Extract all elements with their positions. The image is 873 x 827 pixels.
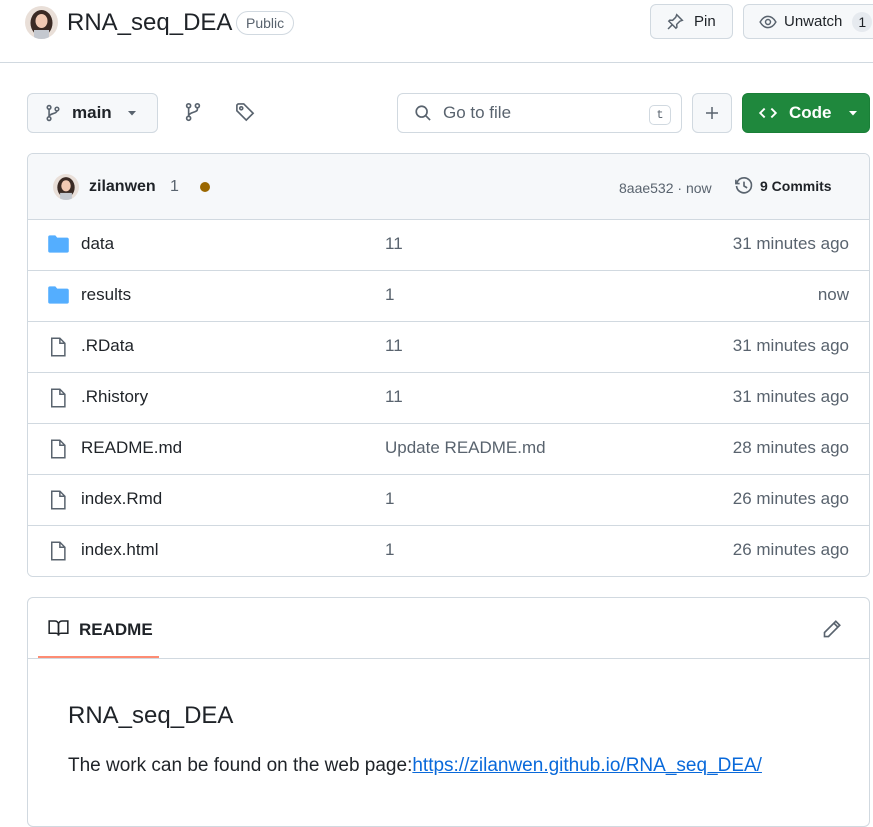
file-icon bbox=[48, 337, 68, 357]
pencil-icon[interactable] bbox=[822, 619, 842, 639]
file-commit-date: 31 minutes ago bbox=[732, 336, 849, 355]
add-file-button[interactable] bbox=[692, 93, 732, 133]
branch-label: main bbox=[72, 103, 112, 122]
file-row-rdata[interactable]: .RData 11 31 minutes ago bbox=[28, 322, 869, 373]
file-icon bbox=[48, 388, 68, 408]
repo-name[interactable]: RNA_seq_DEA bbox=[67, 9, 232, 37]
tag-icon[interactable] bbox=[235, 102, 255, 122]
file-commit-message[interactable]: 1 bbox=[385, 540, 394, 560]
pin-button[interactable]: Pin bbox=[650, 4, 733, 39]
file-name[interactable]: data bbox=[81, 234, 114, 254]
readme-header: README bbox=[28, 598, 869, 659]
file-name[interactable]: index.html bbox=[81, 540, 158, 560]
file-icon bbox=[48, 439, 68, 459]
file-name[interactable]: results bbox=[81, 285, 131, 305]
file-name[interactable]: .Rhistory bbox=[81, 387, 148, 407]
visibility-badge: Public bbox=[236, 11, 295, 35]
branches-icon[interactable] bbox=[183, 102, 203, 122]
file-row-data[interactable]: data 11 31 minutes ago bbox=[28, 220, 869, 271]
commits-history-link[interactable]: 9 Commits bbox=[734, 176, 832, 196]
chevron-down-icon bbox=[847, 107, 859, 119]
commit-author[interactable]: zilanwen bbox=[89, 178, 156, 196]
readme-text: The work can be found on the web page: bbox=[68, 755, 413, 776]
readme-link[interactable]: https://zilanwen.github.io/RNA_seq_DEA/ bbox=[412, 755, 762, 776]
owner-avatar[interactable] bbox=[25, 6, 58, 39]
file-row-rhistory[interactable]: .Rhistory 11 31 minutes ago bbox=[28, 373, 869, 424]
folder-icon bbox=[48, 286, 69, 304]
plus-icon bbox=[704, 105, 720, 121]
watch-count: 1 bbox=[852, 11, 873, 32]
file-commit-message[interactable]: 1 bbox=[385, 489, 394, 509]
file-commit-date: 31 minutes ago bbox=[732, 387, 849, 406]
commit-message[interactable]: 1 bbox=[170, 178, 179, 196]
book-icon bbox=[48, 619, 69, 637]
commit-sha-time[interactable]: 8aae532 · now bbox=[619, 180, 712, 196]
git-branch-icon bbox=[44, 104, 62, 122]
file-commit-message[interactable]: Update README.md bbox=[385, 438, 546, 458]
readme-paragraph: The work can be found on the web page:ht… bbox=[68, 755, 762, 777]
code-label: Code bbox=[789, 103, 832, 122]
readme-panel: README RNA_seq_DEA The work can be found… bbox=[27, 597, 870, 827]
code-icon bbox=[758, 104, 778, 122]
repo-header: RNA_seq_DEA Public Pin Unwatch 1 bbox=[0, 0, 873, 63]
file-icon bbox=[48, 490, 68, 510]
file-row-readme[interactable]: README.md Update README.md 28 minutes ag… bbox=[28, 424, 869, 475]
commits-count: 9 Commits bbox=[760, 178, 832, 194]
chevron-down-icon bbox=[126, 107, 138, 119]
pin-label: Pin bbox=[694, 13, 716, 30]
readme-heading: RNA_seq_DEA bbox=[68, 702, 234, 729]
file-row-index-html[interactable]: index.html 1 26 minutes ago bbox=[28, 526, 869, 576]
commit-author-avatar[interactable] bbox=[53, 174, 79, 200]
file-commit-message[interactable]: 1 bbox=[385, 285, 394, 305]
readme-tab-label: README bbox=[79, 620, 153, 639]
file-commit-date: 31 minutes ago bbox=[732, 234, 849, 253]
history-icon bbox=[734, 176, 754, 196]
branch-selector-button[interactable]: main bbox=[27, 93, 158, 133]
unwatch-button[interactable]: Unwatch 1 bbox=[743, 4, 873, 39]
latest-commit-bar: zilanwen 1 8aae532 · now 9 Commits bbox=[28, 154, 869, 220]
file-row-results[interactable]: results 1 now bbox=[28, 271, 869, 322]
code-button[interactable]: Code bbox=[742, 93, 870, 133]
file-row-index-rmd[interactable]: index.Rmd 1 26 minutes ago bbox=[28, 475, 869, 526]
file-commit-date: 26 minutes ago bbox=[732, 489, 849, 508]
file-commit-message[interactable]: 11 bbox=[385, 336, 403, 356]
eye-icon bbox=[759, 13, 777, 31]
file-commit-message[interactable]: 11 bbox=[385, 387, 403, 407]
file-commit-message[interactable]: 11 bbox=[385, 234, 403, 254]
tab-readme[interactable]: README bbox=[38, 598, 159, 658]
file-commit-date: now bbox=[817, 285, 849, 304]
file-icon bbox=[48, 541, 68, 561]
search-icon bbox=[414, 104, 432, 122]
pin-icon bbox=[666, 12, 684, 31]
file-name[interactable]: index.Rmd bbox=[81, 489, 162, 509]
file-name[interactable]: README.md bbox=[81, 438, 182, 458]
go-to-file-box[interactable]: t bbox=[397, 93, 682, 133]
commit-status-dot[interactable] bbox=[200, 182, 210, 192]
file-listing: zilanwen 1 8aae532 · now 9 Commits data … bbox=[27, 153, 870, 577]
unwatch-label: Unwatch bbox=[784, 13, 843, 30]
go-to-file-input[interactable] bbox=[443, 103, 623, 123]
folder-icon bbox=[48, 235, 69, 253]
file-name[interactable]: .RData bbox=[81, 336, 134, 356]
file-commit-date: 26 minutes ago bbox=[732, 540, 849, 559]
keyboard-shortcut-hint: t bbox=[649, 105, 671, 125]
file-commit-date: 28 minutes ago bbox=[732, 438, 849, 457]
